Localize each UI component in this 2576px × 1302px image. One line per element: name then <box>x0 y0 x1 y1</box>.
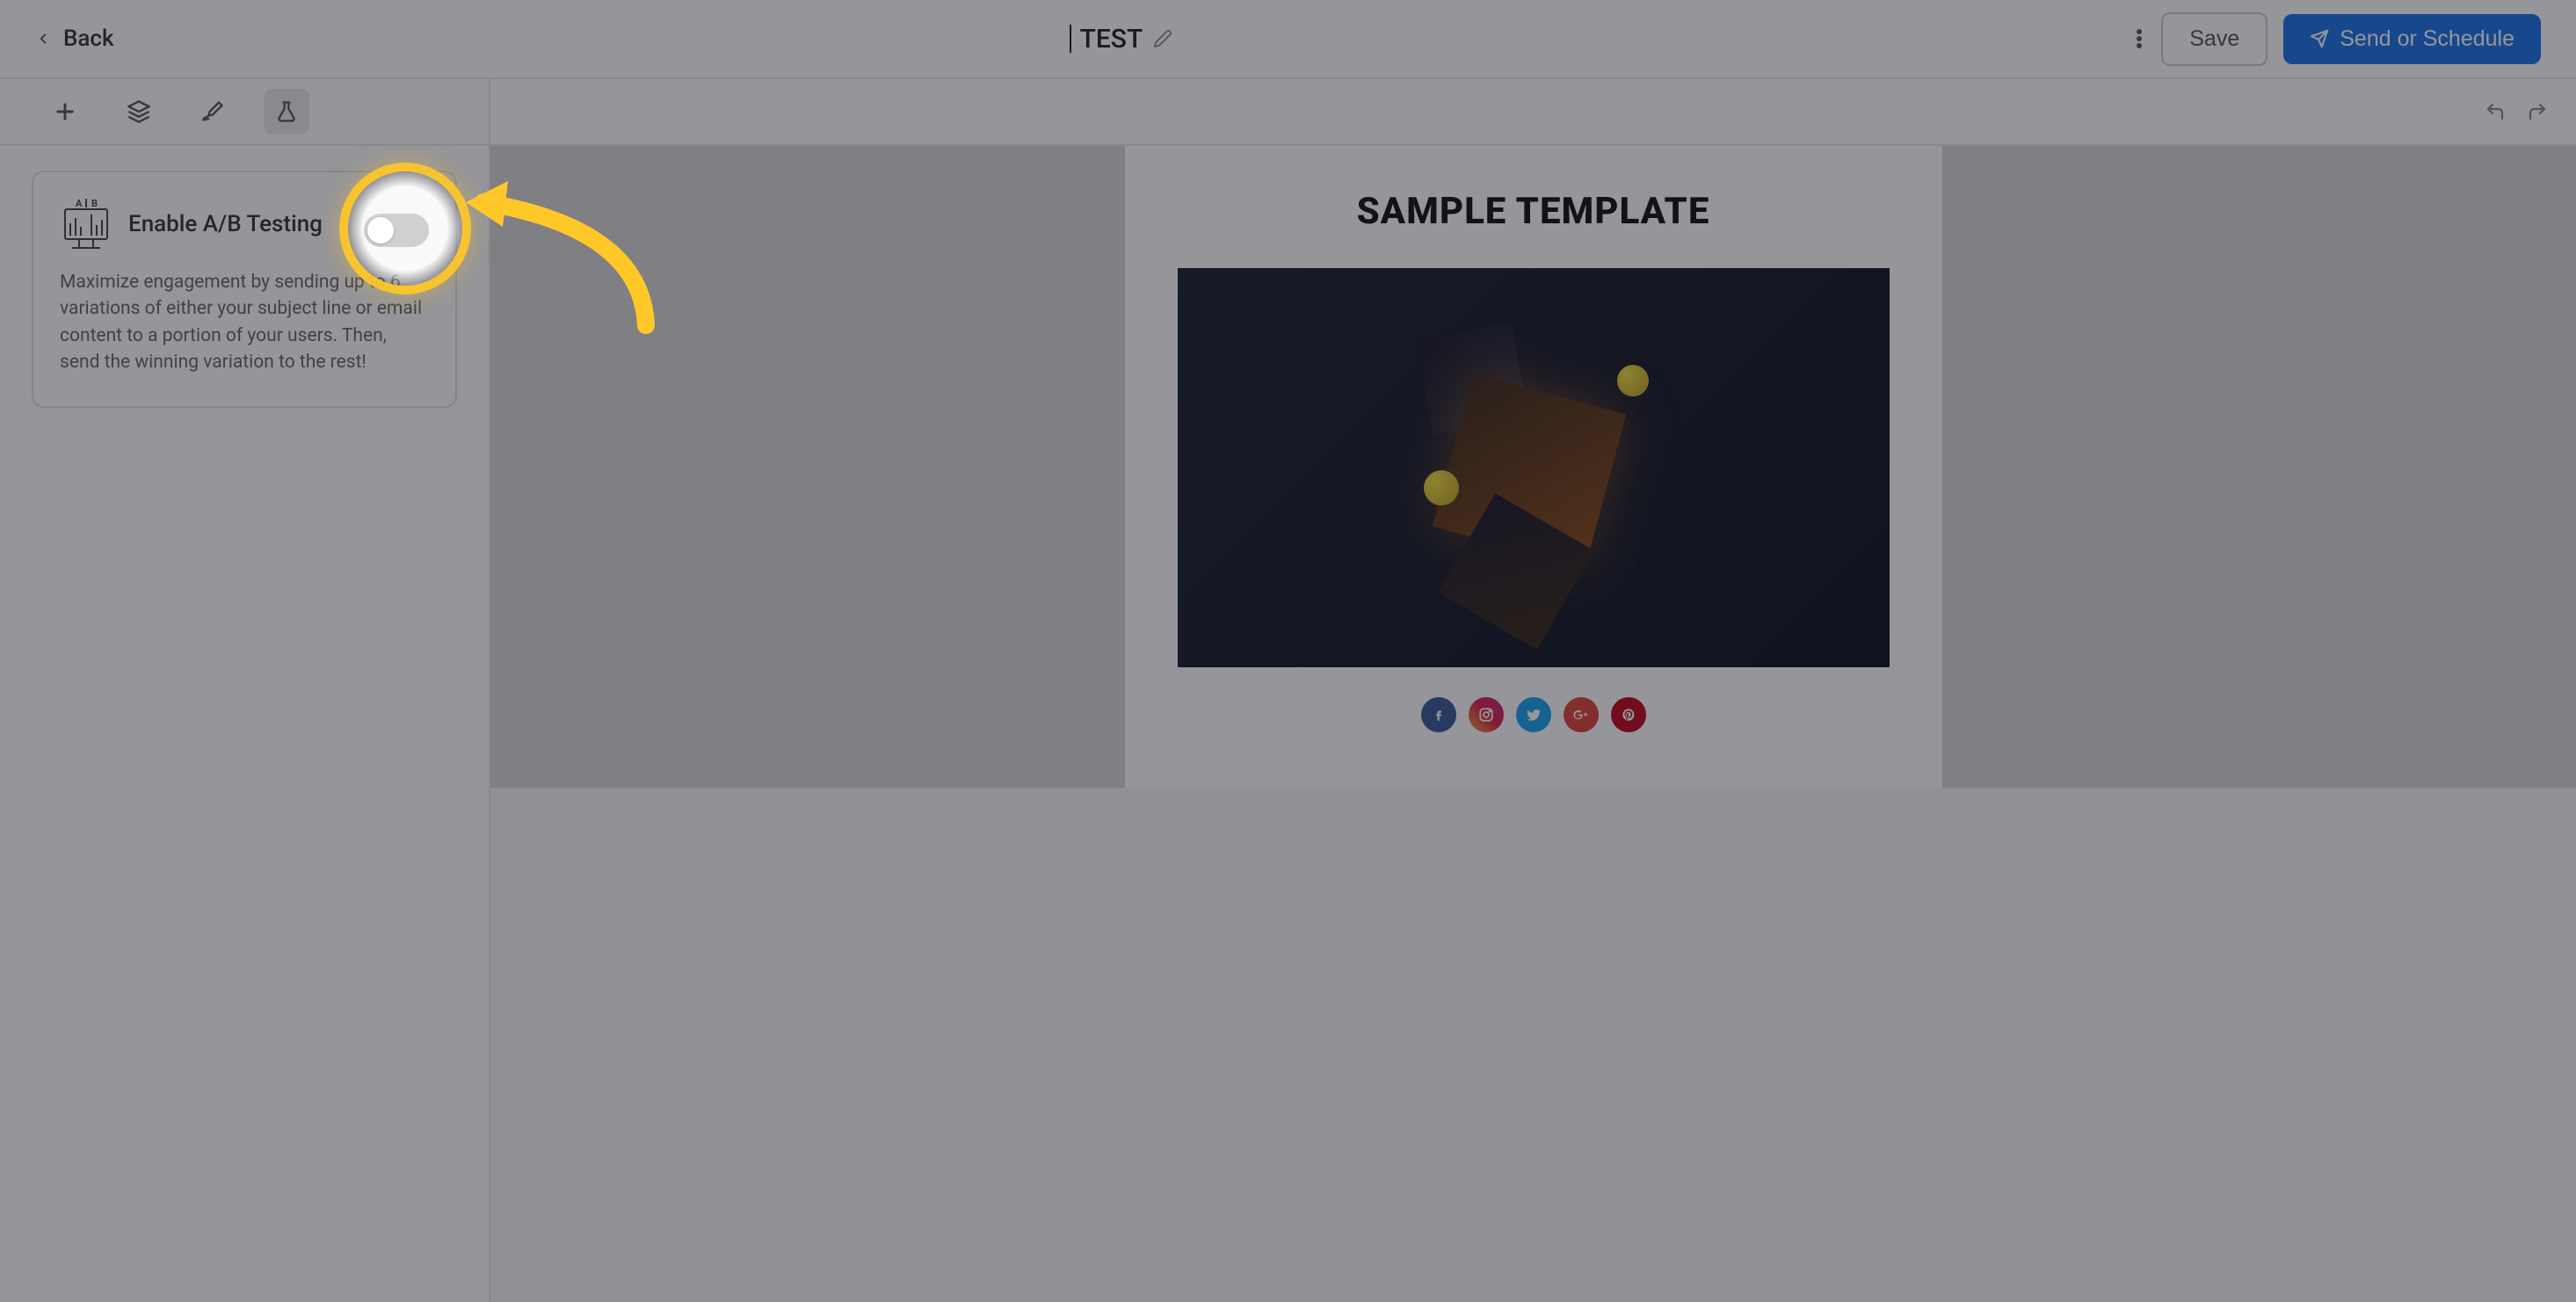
spotlight-toggle-visual <box>364 214 429 247</box>
flask-icon <box>274 99 299 124</box>
back-button[interactable]: Back <box>35 25 114 52</box>
arrow-left-icon <box>35 31 51 47</box>
paintbrush-icon <box>200 99 225 124</box>
sidebar-toolbar <box>0 79 489 146</box>
layers-icon <box>127 99 151 124</box>
ab-testing-title: Enable A/B Testing <box>128 211 348 237</box>
send-icon <box>2310 29 2329 48</box>
instagram-icon[interactable] <box>1469 697 1504 732</box>
header-title-group: TEST <box>114 24 2129 55</box>
canvas-toolbar <box>490 79 2576 146</box>
send-label: Send or Schedule <box>2340 26 2514 52</box>
save-button[interactable]: Save <box>2161 12 2268 66</box>
pinterest-icon[interactable] <box>1611 697 1646 732</box>
ab-testing-description: Maximize engagement by sending up to 6 v… <box>60 269 429 376</box>
pencil-icon[interactable] <box>1153 29 1172 48</box>
svg-text:B: B <box>91 198 98 209</box>
top-header: Back TEST Save Send or Schedule <box>0 0 2576 79</box>
undo-icon[interactable] <box>2485 101 2506 122</box>
twitter-icon[interactable] <box>1516 697 1551 732</box>
ab-test-tool[interactable] <box>264 89 309 135</box>
email-heading: SAMPLE TEMPLATE <box>1357 190 1710 233</box>
sidebar-panel: A B Enable A/B Testing Maximize engageme… <box>0 146 489 433</box>
canvas-area: SAMPLE TEMPLATE <box>490 79 2576 1302</box>
text-cursor <box>1070 25 1071 53</box>
header-actions: Save Send or Schedule <box>2128 12 2541 66</box>
ab-testing-icon: A B <box>60 197 112 251</box>
more-menu-icon[interactable] <box>2128 25 2145 52</box>
left-sidebar: A B Enable A/B Testing Maximize engageme… <box>0 79 490 1302</box>
social-icons-row <box>1421 697 1646 732</box>
style-tool[interactable] <box>190 89 236 135</box>
svg-text:A: A <box>76 198 83 209</box>
email-preview[interactable]: SAMPLE TEMPLATE <box>1125 146 1942 788</box>
page-title[interactable]: TEST <box>1080 24 1143 55</box>
email-stage: SAMPLE TEMPLATE <box>490 146 2576 788</box>
back-label: Back <box>63 25 114 52</box>
google-plus-icon[interactable] <box>1564 697 1599 732</box>
send-or-schedule-button[interactable]: Send or Schedule <box>2283 14 2541 64</box>
add-tool[interactable] <box>42 89 88 135</box>
redo-icon[interactable] <box>2527 101 2548 122</box>
plus-icon <box>53 99 77 124</box>
ab-testing-card: A B Enable A/B Testing Maximize engageme… <box>32 171 457 408</box>
layers-tool[interactable] <box>116 89 162 135</box>
email-hero-image <box>1178 268 1890 667</box>
facebook-icon[interactable] <box>1421 697 1456 732</box>
